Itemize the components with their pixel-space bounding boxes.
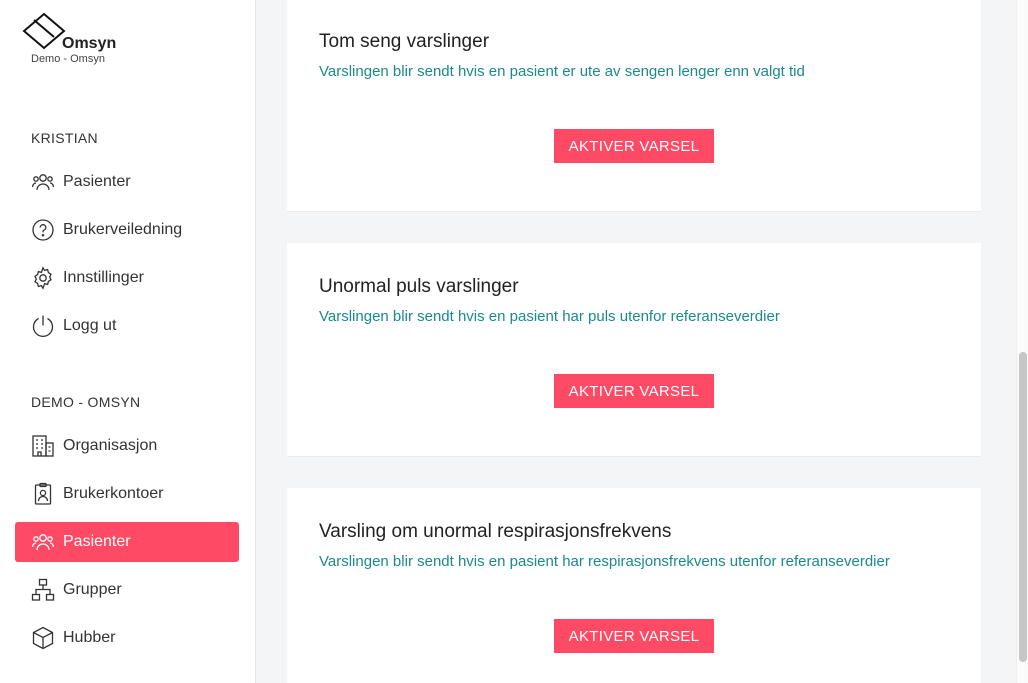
sidebar: Omsyn Demo - Omsyn KRISTIAN Pasienter Br…: [0, 0, 256, 683]
sidebar-item-label: Pasienter: [63, 533, 131, 550]
card-description: Varslingen blir sendt hvis en pasient ha…: [319, 308, 780, 325]
power-icon: [30, 313, 56, 339]
sidebar-item-pasienter-active[interactable]: Pasienter: [15, 522, 239, 562]
activate-alert-button[interactable]: AKTIVER VARSEL: [554, 129, 714, 163]
sidebar-item-brukerveiledning[interactable]: Brukerveiledning: [15, 210, 239, 250]
gear-icon: [30, 265, 56, 291]
sidebar-item-grupper[interactable]: Grupper: [15, 570, 239, 610]
help-circle-icon: [30, 217, 56, 243]
brand-name: Omsyn: [62, 35, 117, 52]
sidebar-item-label: Brukerkontoer: [63, 485, 164, 502]
sidebar-item-label: Grupper: [63, 581, 122, 598]
cube-icon: [30, 625, 56, 651]
hierarchy-icon: [30, 577, 56, 603]
section-title-user: KRISTIAN: [31, 130, 98, 146]
sidebar-item-label: Pasienter: [63, 173, 131, 190]
users-icon: [30, 169, 56, 195]
card-title: Tom seng varslinger: [319, 31, 490, 52]
sidebar-item-label: Organisasjon: [63, 437, 158, 454]
sidebar-item-hubber[interactable]: Hubber: [15, 618, 239, 658]
sidebar-item-label: Brukerveiledning: [63, 221, 183, 238]
alert-card-abnormal-pulse: Unormal puls varslinger Varslingen blir …: [287, 243, 981, 457]
vertical-scrollbar[interactable]: [1016, 0, 1028, 683]
section-title-org: DEMO - OMSYN: [31, 394, 141, 410]
card-description: Varslingen blir sendt hvis en pasient ha…: [319, 553, 890, 570]
sidebar-item-label: Hubber: [63, 629, 116, 646]
activate-alert-button[interactable]: AKTIVER VARSEL: [554, 374, 714, 408]
activate-alert-button[interactable]: AKTIVER VARSEL: [554, 619, 714, 653]
sidebar-item-organisasjon[interactable]: Organisasjon: [15, 426, 239, 466]
card-title: Varsling om unormal respirasjonsfrekvens: [319, 521, 672, 542]
card-description: Varslingen blir sendt hvis en pasient er…: [319, 63, 805, 80]
id-badge-icon: [30, 481, 56, 507]
sidebar-item-label: Innstillinger: [63, 269, 144, 286]
scrollbar-thumb[interactable]: [1019, 352, 1027, 662]
sidebar-item-logg-ut[interactable]: Logg ut: [15, 306, 239, 346]
sidebar-item-pasienter[interactable]: Pasienter: [15, 162, 239, 202]
users-icon: [30, 529, 56, 555]
card-title: Unormal puls varslinger: [319, 276, 519, 297]
sidebar-item-label: Logg ut: [63, 317, 117, 334]
sidebar-item-innstillinger[interactable]: Innstillinger: [15, 258, 239, 298]
sidebar-item-brukerkontoer[interactable]: Brukerkontoer: [15, 474, 239, 514]
brand-logo[interactable]: Omsyn Demo - Omsyn: [22, 12, 142, 72]
alert-card-empty-bed: Tom seng varslinger Varslingen blir send…: [287, 0, 981, 212]
brand-subtitle: Demo - Omsyn: [31, 53, 105, 65]
building-icon: [30, 433, 56, 459]
alert-card-abnormal-respiration: Varsling om unormal respirasjonsfrekvens…: [287, 488, 981, 683]
main-content: Tom seng varslinger Varslingen blir send…: [256, 0, 1016, 683]
